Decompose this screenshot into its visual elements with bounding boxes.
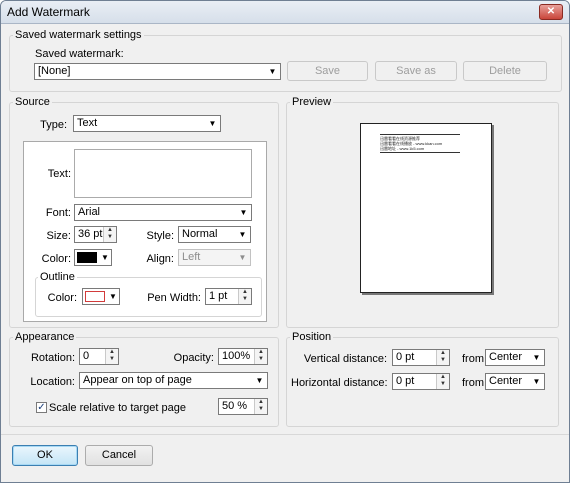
opacity-value: 100%: [222, 350, 251, 362]
style-select[interactable]: Normal ▼: [178, 226, 251, 243]
align-label: Align:: [146, 253, 174, 265]
text-color-picker[interactable]: ▼: [74, 249, 112, 266]
type-select[interactable]: Text ▼: [73, 115, 221, 132]
cancel-button[interactable]: Cancel: [85, 445, 153, 466]
vertical-from-label: from: [462, 353, 484, 365]
chevron-down-icon: ▼: [208, 119, 217, 128]
size-value: 36 pt: [78, 228, 103, 240]
outline-color-label: Color:: [47, 292, 77, 304]
source-group-label: Source: [13, 96, 52, 108]
vertical-from-value: Center: [489, 351, 523, 363]
watermark-rule: [380, 134, 460, 135]
horizontal-distance-label: Horizontal distance:: [291, 377, 388, 389]
save-button[interactable]: Save: [287, 61, 368, 81]
rotation-stepper[interactable]: 0 ▲ ▼: [79, 348, 119, 365]
appearance-group-label: Appearance: [13, 331, 77, 343]
chevron-down-icon: ▼: [268, 67, 277, 76]
chevron-down-icon: ▼: [532, 377, 541, 386]
outline-group-label: Outline: [38, 271, 77, 283]
location-value: Appear on top of page: [83, 374, 192, 386]
color-label: Color:: [41, 253, 71, 265]
preview-page: 迅雷看看在线资源推荐 迅雷看看在线播放 - www.kkan.com 迅雷地址 …: [360, 123, 492, 293]
stepper-arrows-icon[interactable]: ▲ ▼: [105, 349, 118, 364]
style-value: Normal: [182, 228, 218, 240]
style-label: Style:: [146, 230, 174, 242]
type-value: Text: [77, 117, 98, 129]
saved-watermark-select[interactable]: [None] ▼: [34, 63, 281, 80]
title-bar: Add Watermark ✕: [1, 1, 569, 24]
font-label: Font:: [45, 207, 71, 219]
pen-width-label: Pen Width:: [147, 292, 201, 304]
chevron-down-icon: ▼: [109, 292, 117, 301]
horizontal-from-value: Center: [489, 375, 523, 387]
align-value: Left: [182, 251, 201, 263]
saved-watermark-value: [None]: [38, 65, 71, 77]
chevron-down-icon: ▼: [239, 208, 248, 217]
ok-button[interactable]: OK: [12, 445, 78, 466]
saved-settings-group-label: Saved watermark settings: [13, 29, 144, 41]
stepper-arrows-icon[interactable]: ▲ ▼: [254, 349, 267, 364]
horizontal-from-select[interactable]: Center ▼: [485, 373, 545, 390]
stepper-arrows-icon[interactable]: ▲ ▼: [238, 289, 251, 304]
save-as-button[interactable]: Save as: [375, 61, 457, 81]
watermark-rule: [380, 152, 460, 153]
font-value: Arial: [78, 206, 101, 218]
horizontal-distance-value: 0 pt: [396, 375, 415, 387]
horizontal-from-label: from: [462, 377, 484, 389]
delete-button[interactable]: Delete: [463, 61, 547, 81]
font-select[interactable]: Arial ▼: [74, 204, 252, 221]
type-label: Type:: [40, 119, 67, 131]
vertical-distance-stepper[interactable]: 0 pt ▲ ▼: [392, 349, 450, 366]
watermark-line-3: 迅雷地址 - www.1k5.com: [380, 146, 425, 151]
location-select[interactable]: Appear on top of page ▼: [79, 372, 268, 389]
dialog-title: Add Watermark: [7, 5, 90, 19]
size-stepper[interactable]: 36 pt ▲ ▼: [74, 226, 117, 243]
color-swatch: [77, 252, 97, 263]
footer-divider: [1, 434, 569, 435]
vertical-from-select[interactable]: Center ▼: [485, 349, 545, 366]
vertical-distance-label: Vertical distance:: [303, 353, 387, 365]
opacity-stepper[interactable]: 100% ▲ ▼: [218, 348, 268, 365]
rotation-value: 0: [83, 350, 90, 362]
watermark-text-input[interactable]: [74, 149, 252, 198]
stepper-arrows-icon[interactable]: ▲ ▼: [103, 227, 116, 242]
stepper-arrows-icon[interactable]: ▲ ▼: [254, 399, 267, 414]
rotation-label: Rotation:: [30, 352, 75, 364]
close-icon[interactable]: ✕: [539, 4, 563, 20]
chevron-down-icon: ▼: [238, 230, 247, 239]
scale-checkbox[interactable]: ✓: [36, 402, 47, 413]
add-watermark-dialog: Add Watermark ✕ Saved watermark settings…: [0, 0, 570, 483]
position-group-label: Position: [290, 331, 334, 343]
chevron-down-icon: ▼: [532, 353, 541, 362]
location-label: Location:: [30, 376, 75, 388]
horizontal-distance-stepper[interactable]: 0 pt ▲ ▼: [392, 373, 450, 390]
text-label: Text:: [47, 168, 71, 180]
chevron-down-icon: ▼: [238, 253, 247, 262]
chevron-down-icon: ▼: [101, 253, 109, 262]
pen-width-stepper[interactable]: 1 pt ▲ ▼: [205, 288, 252, 305]
chevron-down-icon: ▼: [255, 376, 264, 385]
pen-width-value: 1 pt: [209, 290, 228, 302]
scale-value: 50 %: [222, 400, 248, 412]
scale-label: Scale relative to target page: [49, 402, 186, 414]
preview-group-label: Preview: [290, 96, 334, 108]
stepper-arrows-icon[interactable]: ▲ ▼: [436, 350, 449, 365]
size-label: Size:: [46, 230, 71, 242]
vertical-distance-value: 0 pt: [396, 351, 415, 363]
align-select[interactable]: Left ▼: [178, 249, 251, 266]
saved-watermark-label: Saved watermark:: [35, 48, 124, 60]
outline-color-picker[interactable]: ▼: [82, 288, 120, 305]
opacity-label: Opacity:: [173, 352, 214, 364]
scale-stepper[interactable]: 50 % ▲ ▼: [218, 398, 268, 415]
color-swatch: [85, 291, 105, 302]
stepper-arrows-icon[interactable]: ▲ ▼: [436, 374, 449, 389]
